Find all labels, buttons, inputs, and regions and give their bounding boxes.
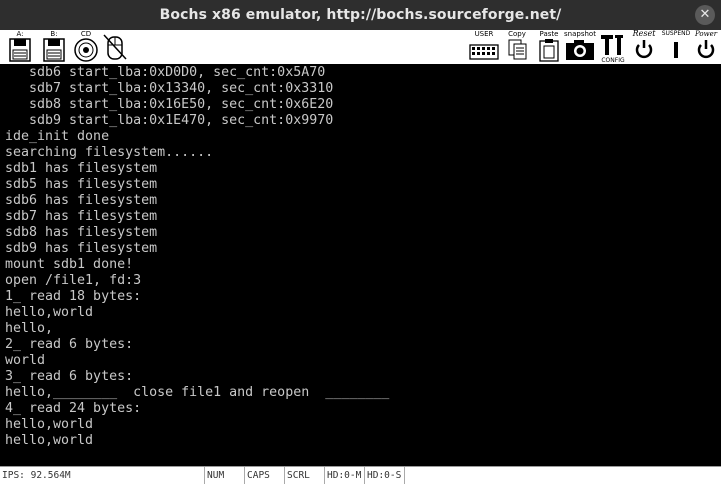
- console-line: ide_init done: [5, 129, 110, 144]
- console-line: hello,world: [5, 417, 94, 432]
- console-line: sdb8 has filesystem: [5, 225, 158, 240]
- console-line: sdb9 has filesystem: [5, 241, 158, 256]
- console-line: sdb1 has filesystem: [5, 161, 158, 176]
- power-label: Power: [694, 30, 718, 38]
- console-line: 1_ read 18 bytes:: [5, 289, 142, 304]
- user-button[interactable]: USER: [468, 30, 500, 63]
- floppy-a-label: A:: [16, 30, 24, 38]
- console-line: hello,world: [5, 433, 94, 448]
- console-screen[interactable]: sdb6 start_lba:0xD0D0, sec_cnt:0x5A70 sd…: [0, 65, 721, 465]
- suspend-button[interactable]: SUSPEND: [660, 30, 692, 63]
- floppy-b-button[interactable]: B:: [40, 30, 68, 63]
- console-line: sdb6 start_lba:0xD0D0, sec_cnt:0x5A70: [5, 65, 326, 80]
- num-lock-indicator: NUM: [205, 467, 245, 484]
- floppy-b-label: B:: [50, 30, 58, 38]
- paste-button[interactable]: Paste: [535, 30, 563, 63]
- console-line: open /file1, fd:3: [5, 273, 142, 288]
- console-line: 4_ read 24 bytes:: [5, 401, 142, 416]
- window-title: Bochs x86 emulator, http://bochs.sourcef…: [159, 7, 562, 23]
- console-line: sdb8 start_lba:0x16E50, sec_cnt:0x6E20: [5, 97, 334, 112]
- reset-label: Reset: [632, 29, 656, 38]
- console-line: sdb9 start_lba:0x1E470, sec_cnt:0x9970: [5, 113, 334, 128]
- close-button[interactable]: ✕: [695, 5, 715, 25]
- floppy-a-button[interactable]: A:: [6, 30, 34, 63]
- hd0-master-indicator: HD:0-M: [325, 467, 365, 484]
- console-line: 2_ read 6 bytes:: [5, 337, 134, 352]
- ips-indicator: IPS: 92.564M: [0, 467, 205, 484]
- paste-label: Paste: [539, 30, 559, 38]
- mouse-icon: [103, 34, 127, 60]
- scroll-lock-indicator: SCRL: [285, 467, 325, 484]
- caps-lock-indicator: CAPS: [245, 467, 285, 484]
- bochs-toolbar: A: B: CD USER Copy Paste snapshot CONFIG…: [0, 30, 721, 65]
- console-line: hello,________ close file1 and reopen __…: [5, 385, 390, 400]
- snapshot-button[interactable]: snapshot: [563, 30, 597, 63]
- hd0-slave-indicator: HD:0-S: [365, 467, 405, 484]
- power-button[interactable]: Power: [691, 30, 721, 63]
- user-label: USER: [474, 30, 494, 38]
- cdrom-label: CD: [80, 30, 92, 38]
- snapshot-label: snapshot: [564, 30, 596, 38]
- console-line: sdb7 has filesystem: [5, 209, 158, 224]
- copy-label: Copy: [508, 30, 526, 38]
- mouse-button[interactable]: [102, 31, 128, 63]
- suspend-label: SUSPEND: [661, 30, 691, 37]
- cdrom-button[interactable]: CD: [72, 30, 100, 63]
- console-line: hello,: [5, 321, 54, 336]
- console-line: hello,world: [5, 305, 94, 320]
- console-line: sdb6 has filesystem: [5, 193, 158, 208]
- console-line: sdb5 has filesystem: [5, 177, 158, 192]
- console-line: world: [5, 353, 46, 368]
- console-line: sdb7 start_lba:0x13340, sec_cnt:0x3310: [5, 81, 334, 96]
- console-line: 3_ read 6 bytes:: [5, 369, 134, 384]
- reset-button[interactable]: Reset: [628, 29, 660, 63]
- console-line: mount sdb1 done!: [5, 257, 134, 272]
- config-button[interactable]: CONFIG: [598, 31, 628, 64]
- window-titlebar: Bochs x86 emulator, http://bochs.sourcef…: [0, 0, 721, 30]
- config-label: CONFIG: [601, 57, 625, 64]
- copy-button[interactable]: Copy: [503, 30, 531, 63]
- status-bar: IPS: 92.564M NUM CAPS SCRL HD:0-M HD:0-S: [0, 466, 721, 484]
- console-line: searching filesystem......: [5, 145, 214, 160]
